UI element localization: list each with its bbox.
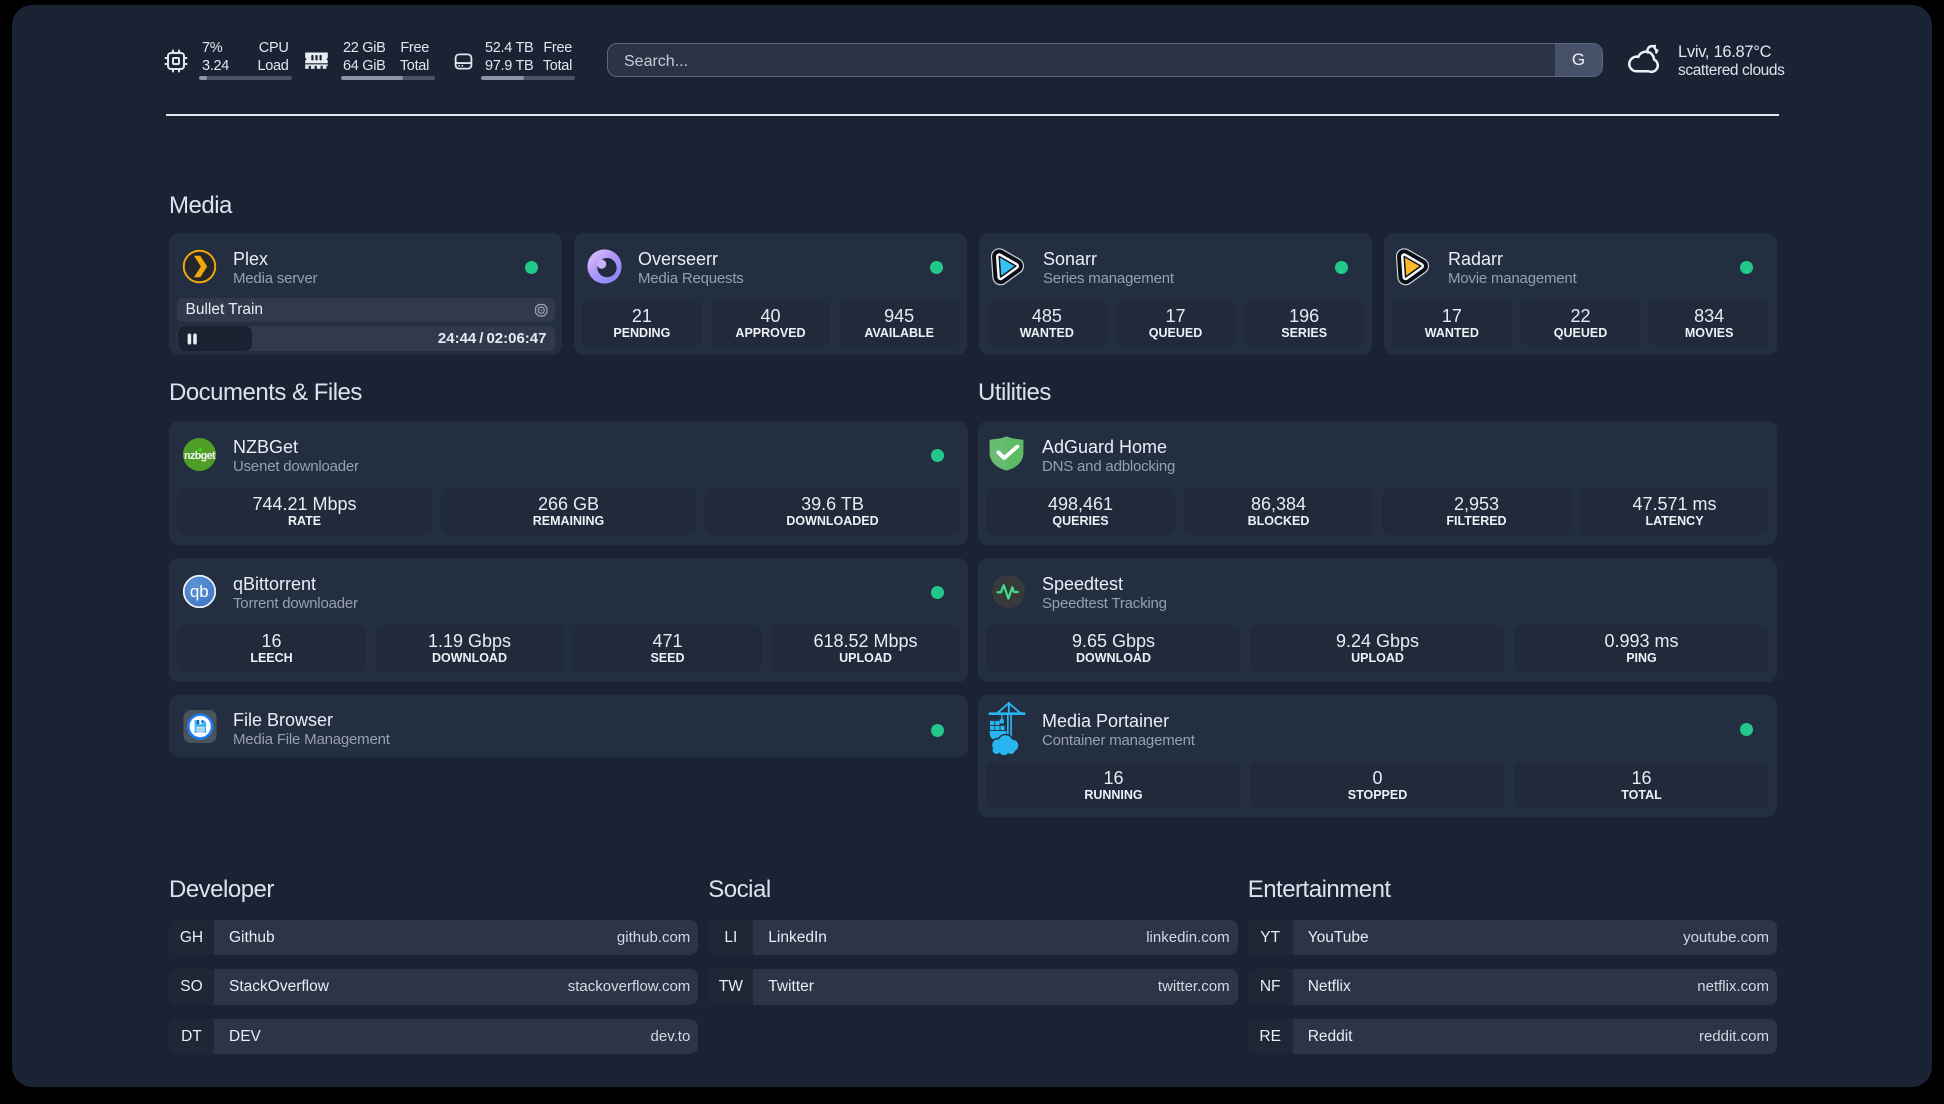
svg-text:qb: qb — [190, 582, 209, 601]
svg-text:nzbget: nzbget — [184, 450, 216, 462]
